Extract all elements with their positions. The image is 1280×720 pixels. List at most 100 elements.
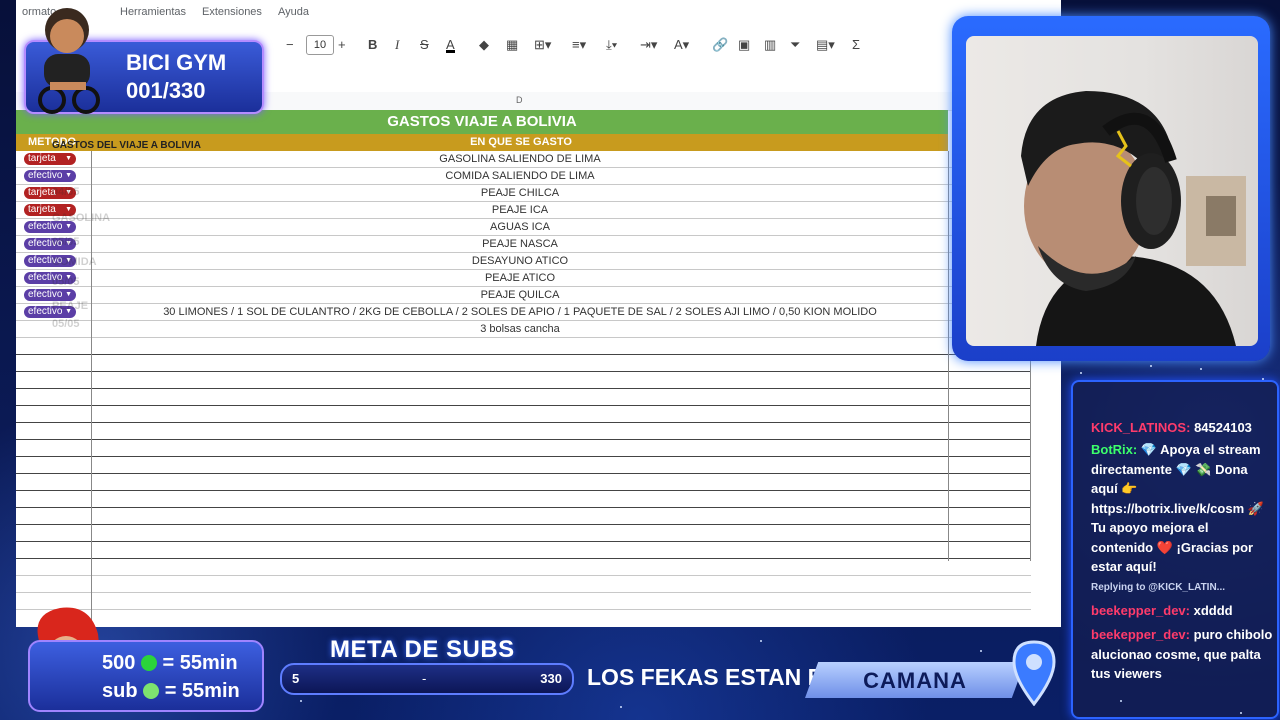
expense-description[interactable]: PEAJE ICA [92,202,948,218]
text-wrap-icon[interactable]: ⇥▾ [640,36,657,54]
payment-method-chip[interactable]: tarjeta ▼ [24,153,76,165]
insert-comment-icon[interactable]: ▣ [738,36,750,54]
expense-description[interactable]: PEAJE CHILCA [92,185,948,201]
merge-cells-icon[interactable]: ⊞▾ [534,36,551,54]
table-row[interactable]: efectivo ▼ PEAJE QUILCA [16,287,1031,304]
table-row[interactable] [16,389,1031,406]
column-divider [948,151,949,561]
chat-message: beekepper_dev: xdddd [1091,601,1273,621]
expense-description[interactable]: DESAYUNO ATICO [92,253,948,269]
goal-current: 5 [292,671,300,686]
kick-time: = 55min [162,652,238,674]
insert-link-icon[interactable]: 🔗 [712,36,728,54]
table-row[interactable]: efectivo ▼ PEAJE ATICO [16,270,1031,287]
filter-views-icon[interactable]: ▤▾ [816,36,835,54]
reply-indicator: Replying to @KICK_LATIN... [1091,582,1226,593]
chevron-down-icon: ▼ [65,172,72,179]
header-what[interactable]: EN QUE SE GASTO [456,134,586,151]
table-row[interactable] [16,355,1031,372]
star-decoration [1150,365,1152,367]
table-row[interactable] [16,406,1031,423]
expense-description[interactable]: 30 LIMONES / 1 SOL DE CULANTRO / 2KG DE … [92,304,948,320]
expense-description[interactable]: GASOLINA SALIENDO DE LIMA [92,151,948,167]
menu-help[interactable]: Ayuda [278,6,309,18]
expense-description[interactable]: PEAJE QUILCA [92,287,948,303]
filter-icon[interactable]: ⏷ [790,36,800,54]
functions-icon[interactable]: Σ [852,36,860,54]
star-decoration [300,700,302,702]
decrease-font-icon[interactable]: − [286,36,294,54]
table-row[interactable]: efectivo ▼ COMIDA SALIENDO DE LIMA [16,168,1031,185]
insert-chart-icon[interactable]: ▥ [764,36,776,54]
fekas-label: LOS FEKAS ESTAN EN: [587,664,848,690]
webcam-feed [966,36,1258,346]
table-row[interactable]: efectivo ▼ DESAYUNO ATICO [16,253,1031,270]
location-banner: CAMANA [805,662,1025,698]
table-row[interactable] [16,542,1031,559]
table-row[interactable] [16,372,1031,389]
chat-username[interactable]: KICK_LATINOS: [1091,420,1190,435]
table-row[interactable] [16,440,1031,457]
fill-color-icon[interactable]: ◆ [479,36,489,54]
chat-username[interactable]: BotRix: [1091,442,1137,457]
star-decoration [620,706,622,708]
table-row[interactable] [16,423,1031,440]
column-letter: D [516,95,523,105]
star-decoration [1120,700,1122,702]
table-row[interactable] [16,338,1031,355]
table-row[interactable] [16,508,1031,525]
table-row[interactable] [16,593,1031,610]
ghost-caption: GASTOS DEL VIAJE A BOLIVIA [52,140,201,151]
expense-description[interactable]: PEAJE NASCA [92,236,948,252]
table-row[interactable]: efectivo ▼ 30 LIMONES / 1 SOL DE CULANTRO … [16,304,1031,321]
strikethrough-icon[interactable]: S [420,36,429,54]
chat-message: beekepper_dev: puro chibolo alucionao co… [1091,625,1273,684]
chip-label: efectivo [28,170,63,181]
menu-tools[interactable]: Herramientas [120,6,186,18]
increase-font-icon[interactable]: + [338,36,346,54]
table-row[interactable] [16,457,1031,474]
chat-message: BotRix: 💎 Apoya el stream directamente 💎… [1091,440,1273,577]
chat-text: 84524103 [1194,420,1252,435]
ghost-text: PEAJE [52,300,89,312]
ghost-text: 05/05 [52,276,80,288]
chat-username[interactable]: beekepper_dev: [1091,627,1190,642]
italic-icon[interactable]: I [395,36,399,54]
kick-logo-icon [140,655,157,671]
menu-bar: ormato Herramientas Extensiones Ayuda [16,0,1061,22]
table-row[interactable] [16,474,1031,491]
font-size-input[interactable]: 10 [306,35,334,55]
table-row[interactable]: tarjeta ▼ GASOLINA SALIENDO DE LIMA [16,151,1031,168]
chat-username[interactable]: beekepper_dev: [1091,603,1190,618]
expense-description[interactable]: AGUAS ICA [92,219,948,235]
kick-amount: 500 [102,652,136,674]
bold-icon[interactable]: B [368,36,377,54]
streamer-image [1021,91,1246,346]
expense-description[interactable]: PEAJE ATICO [92,270,948,286]
borders-icon[interactable]: ▦ [506,36,518,54]
table-row[interactable] [16,491,1031,508]
table-row[interactable] [16,559,1031,576]
text-color-icon[interactable]: A [446,36,455,53]
table-row[interactable] [16,525,1031,542]
table-row[interactable]: tarjeta ▼ PEAJE CHILCA [16,185,1031,202]
vertical-align-icon[interactable]: ⤓▾ [606,36,617,54]
kick-subs-line: 500 = 55min [102,652,238,675]
table-row[interactable] [16,576,1031,593]
table-row[interactable]: efectivo ▼ PEAJE NASCA [16,236,1031,253]
horizontal-align-icon[interactable]: ≡▾ [572,36,586,54]
expense-description[interactable]: 3 bolsas cancha [92,321,948,337]
chevron-down-icon: ▼ [65,155,72,162]
expense-description[interactable]: COMIDA SALIENDO DE LIMA [92,168,948,184]
map-pin-icon [1012,640,1056,706]
table-row[interactable]: tarjeta ▼ PEAJE ICA [16,202,1031,219]
payment-method-chip[interactable]: efectivo ▼ [24,170,76,182]
table-row[interactable]: 3 bolsas cancha [16,321,1031,338]
table-row[interactable]: efectivo ▼ AGUAS ICA [16,219,1031,236]
sub-time: = 55min [164,680,240,702]
chat-panel: KICK_LATINOS: 84524103 BotRix: 💎 Apoya e… [1071,380,1279,719]
ghost-text: COMIDA [52,256,97,268]
text-rotation-icon[interactable]: A▾ [674,36,689,54]
menu-extensions[interactable]: Extensiones [202,6,262,18]
star-decoration [1080,372,1082,374]
